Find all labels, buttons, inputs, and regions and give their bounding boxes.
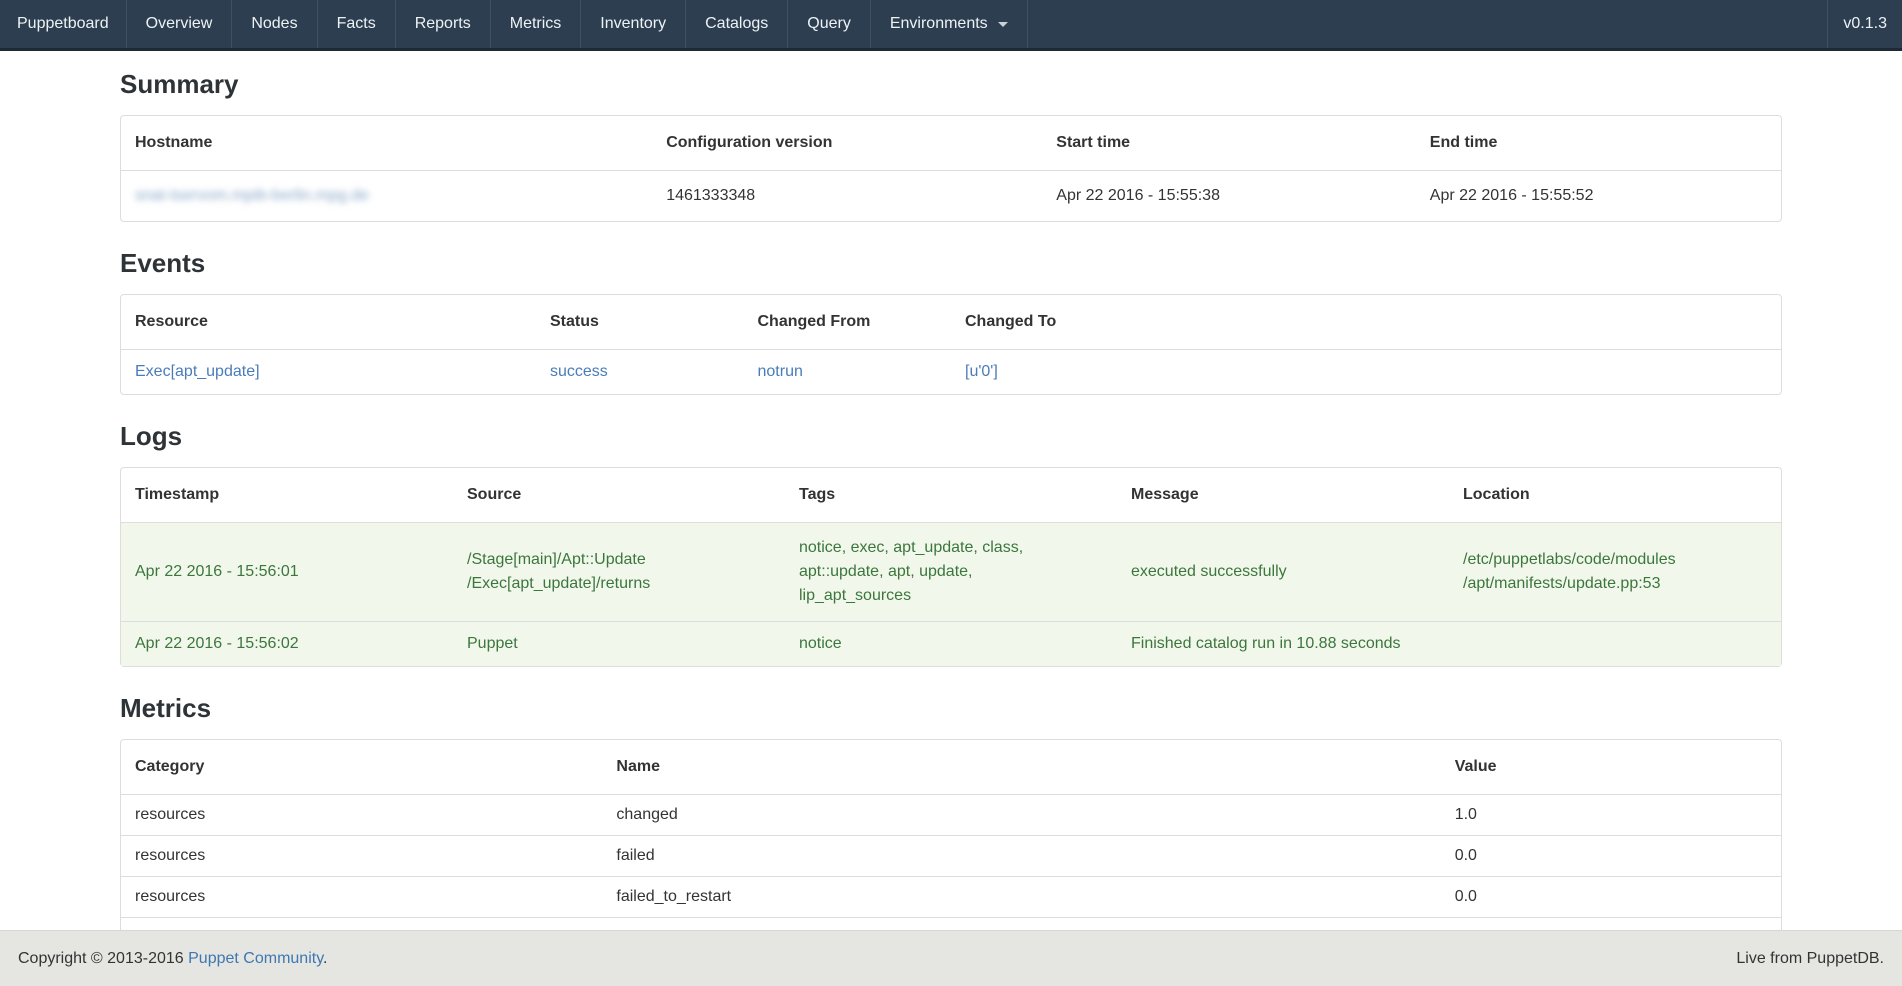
- changed-from-cell: notrun: [744, 350, 952, 394]
- nav-item-metrics[interactable]: Metrics: [491, 0, 582, 48]
- column-header-changed-to: Changed To: [951, 295, 1781, 350]
- summary-title: Summary: [120, 69, 1782, 100]
- changed-from-link[interactable]: notrun: [758, 363, 803, 380]
- location-cell: [1449, 621, 1781, 666]
- events-section: Events Resource Status Changed From Chan…: [120, 248, 1782, 395]
- main-content: Summary Hostname Configuration version S…: [120, 69, 1782, 958]
- column-header-category: Category: [121, 740, 602, 795]
- column-header-start-time: Start time: [1042, 116, 1416, 171]
- source-cell: /Stage[main]/Apt::Update /Exec[apt_updat…: [453, 523, 785, 621]
- summary-section: Summary Hostname Configuration version S…: [120, 69, 1782, 222]
- hostname-cell: snat-tservom.mpib-berlin.mpg.de: [121, 171, 652, 221]
- value-cell: 0.0: [1441, 835, 1781, 876]
- message-cell: executed successfully: [1117, 523, 1449, 621]
- nav-item-inventory[interactable]: Inventory: [581, 0, 686, 48]
- navbar-right: v0.1.3: [1827, 0, 1902, 48]
- table-row: snat-tservom.mpib-berlin.mpg.de 14613333…: [121, 171, 1781, 221]
- chevron-down-icon: [998, 22, 1008, 27]
- column-header-configuration-version: Configuration version: [652, 116, 1042, 171]
- source-cell: Puppet: [453, 621, 785, 666]
- column-header-source: Source: [453, 468, 785, 523]
- category-cell: resources: [121, 835, 602, 876]
- changed-to-cell: [u'0']: [951, 350, 1781, 394]
- column-header-timestamp: Timestamp: [121, 468, 453, 523]
- category-cell: resources: [121, 876, 602, 917]
- metrics-section: Metrics Category Name Value resources ch…: [120, 693, 1782, 958]
- name-cell: failed_to_restart: [602, 876, 1440, 917]
- logs-table: Timestamp Source Tags Message Location A…: [120, 467, 1782, 667]
- table-row: resources failed 0.0: [121, 835, 1781, 876]
- nav-item-nodes[interactable]: Nodes: [232, 0, 317, 48]
- logs-section: Logs Timestamp Source Tags Message Locat…: [120, 421, 1782, 667]
- version-badge: v0.1.3: [1827, 0, 1902, 48]
- message-cell: Finished catalog run in 10.88 seconds: [1117, 621, 1449, 666]
- nav-item-overview[interactable]: Overview: [127, 0, 233, 48]
- copyright-text: Copyright © 2013-2016: [18, 950, 188, 967]
- value-cell: 1.0: [1441, 795, 1781, 835]
- table-row: Apr 22 2016 - 15:56:02 Puppet notice Fin…: [121, 621, 1781, 666]
- table-header-row: Category Name Value: [121, 740, 1781, 795]
- table-row: resources changed 1.0: [121, 795, 1781, 835]
- column-header-resource: Resource: [121, 295, 536, 350]
- copyright: Copyright © 2013-2016 Puppet Community.: [18, 950, 327, 968]
- navbar-brand[interactable]: Puppetboard: [0, 0, 127, 48]
- nav-item-label: Environments: [890, 15, 988, 33]
- resource-link[interactable]: Exec[apt_update]: [135, 363, 260, 380]
- table-header-row: Resource Status Changed From Changed To: [121, 295, 1781, 350]
- column-header-changed-from: Changed From: [744, 295, 952, 350]
- table-header-row: Hostname Configuration version Start tim…: [121, 116, 1781, 171]
- column-header-value: Value: [1441, 740, 1781, 795]
- events-table: Resource Status Changed From Changed To …: [120, 294, 1782, 395]
- start-time-cell: Apr 22 2016 - 15:55:38: [1042, 171, 1416, 221]
- copyright-period: .: [323, 950, 327, 967]
- column-header-status: Status: [536, 295, 744, 350]
- column-header-tags: Tags: [785, 468, 1117, 523]
- nav-item-facts[interactable]: Facts: [318, 0, 396, 48]
- metrics-table: Category Name Value resources changed 1.…: [120, 739, 1782, 958]
- resource-cell: Exec[apt_update]: [121, 350, 536, 394]
- navbar: Puppetboard Overview Nodes Facts Reports…: [0, 0, 1902, 51]
- name-cell: changed: [602, 795, 1440, 835]
- logs-title: Logs: [120, 421, 1782, 452]
- configuration-version-cell: 1461333348: [652, 171, 1042, 221]
- table-row: Apr 22 2016 - 15:56:01 /Stage[main]/Apt:…: [121, 523, 1781, 621]
- table-row: resources failed_to_restart 0.0: [121, 876, 1781, 917]
- column-header-location: Location: [1449, 468, 1781, 523]
- nav-item-query[interactable]: Query: [788, 0, 871, 48]
- category-cell: resources: [121, 795, 602, 835]
- changed-to-link[interactable]: [u'0']: [965, 363, 998, 380]
- value-cell: 0.0: [1441, 876, 1781, 917]
- hostname-link[interactable]: snat-tservom.mpib-berlin.mpg.de: [135, 187, 369, 204]
- column-header-end-time: End time: [1416, 116, 1781, 171]
- events-title: Events: [120, 248, 1782, 279]
- status-link[interactable]: success: [550, 363, 608, 380]
- timestamp-cell: Apr 22 2016 - 15:56:01: [121, 523, 453, 621]
- metrics-title: Metrics: [120, 693, 1782, 724]
- column-header-name: Name: [602, 740, 1440, 795]
- column-header-message: Message: [1117, 468, 1449, 523]
- end-time-cell: Apr 22 2016 - 15:55:52: [1416, 171, 1781, 221]
- column-header-hostname: Hostname: [121, 116, 652, 171]
- name-cell: failed: [602, 835, 1440, 876]
- navbar-left: Puppetboard Overview Nodes Facts Reports…: [0, 0, 1028, 48]
- timestamp-cell: Apr 22 2016 - 15:56:02: [121, 621, 453, 666]
- footer: Copyright © 2013-2016 Puppet Community. …: [0, 930, 1902, 986]
- tags-cell: notice, exec, apt_update, class, apt::up…: [785, 523, 1117, 621]
- nav-item-environments-dropdown[interactable]: Environments: [871, 0, 1028, 48]
- tags-cell: notice: [785, 621, 1117, 666]
- status-cell: success: [536, 350, 744, 394]
- puppet-community-link[interactable]: Puppet Community: [188, 950, 323, 967]
- table-row: Exec[apt_update] success notrun [u'0']: [121, 350, 1781, 394]
- nav-item-reports[interactable]: Reports: [396, 0, 491, 48]
- nav-item-catalogs[interactable]: Catalogs: [686, 0, 788, 48]
- puppetdb-status: Live from PuppetDB.: [1736, 950, 1884, 968]
- location-cell: /etc/puppetlabs/code/modules /apt/manife…: [1449, 523, 1781, 621]
- summary-table: Hostname Configuration version Start tim…: [120, 115, 1782, 222]
- table-header-row: Timestamp Source Tags Message Location: [121, 468, 1781, 523]
